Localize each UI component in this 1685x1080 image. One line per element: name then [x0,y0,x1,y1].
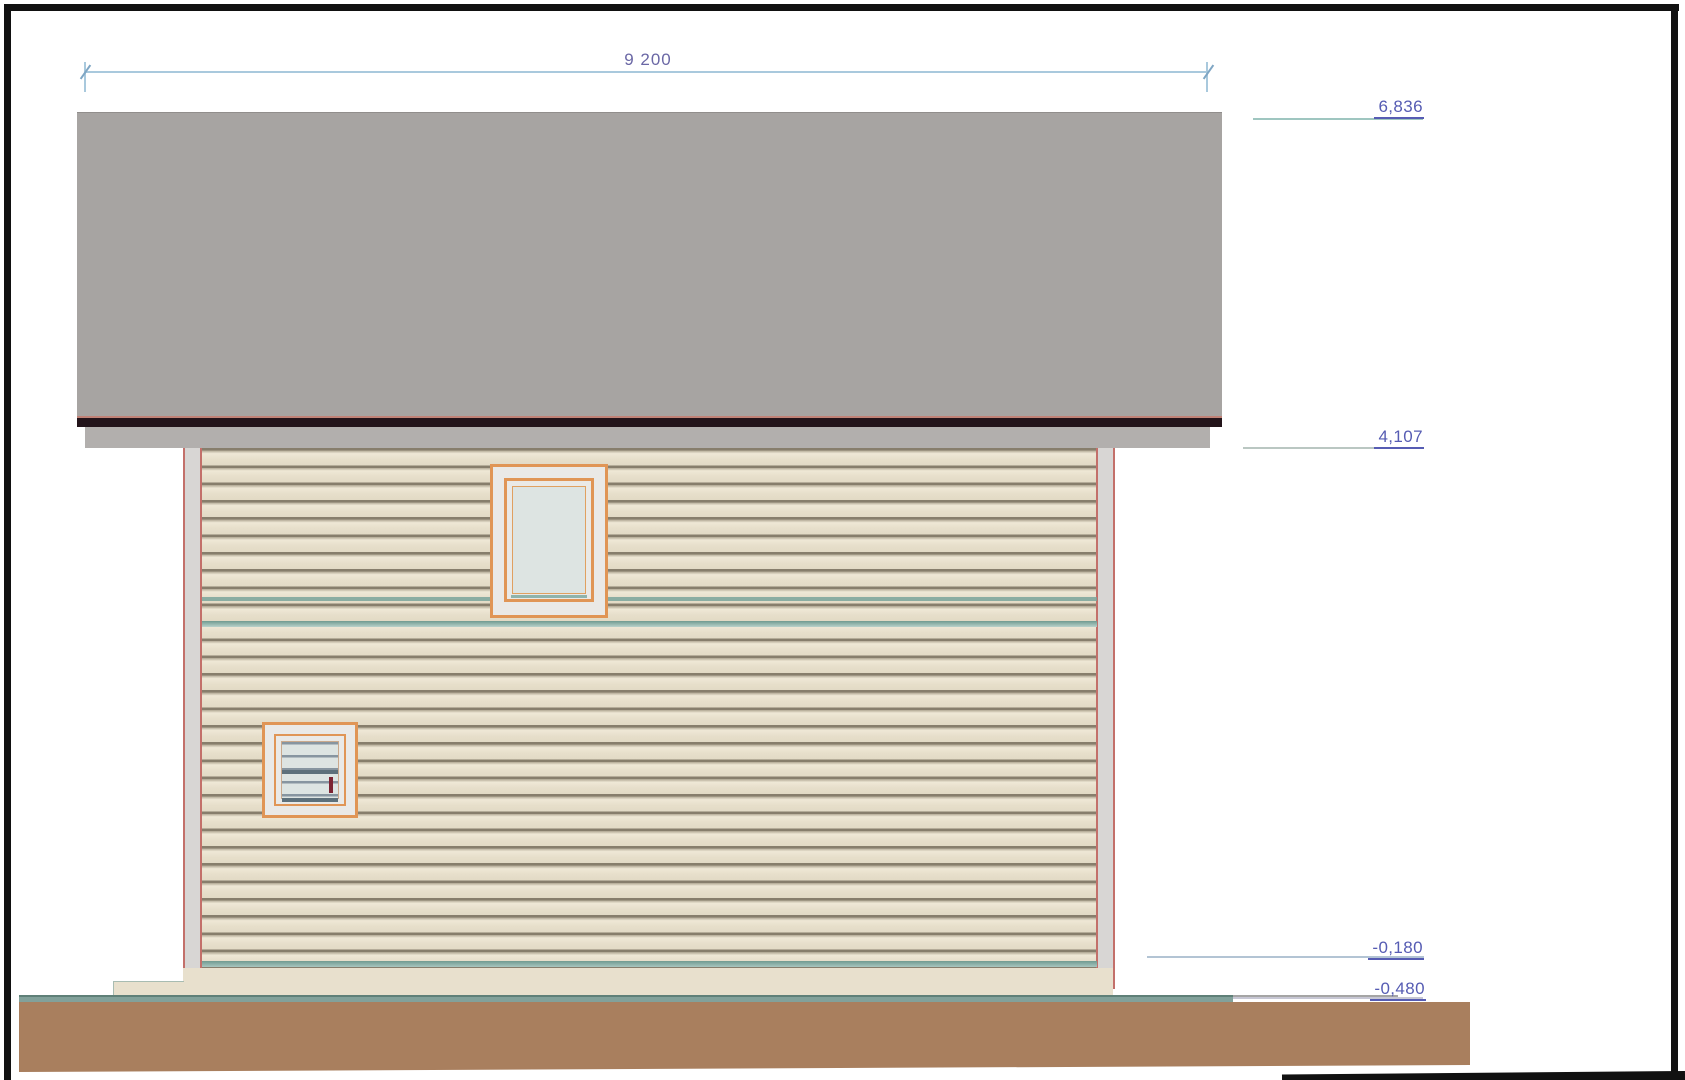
dimension-label: 9 200 [548,50,748,70]
blind-slat [282,798,338,802]
window-upper-glass [512,486,586,594]
window-lower [262,722,358,818]
window-lower-inner-frame [274,734,346,806]
level-label-ground: -0,480 [1316,979,1426,999]
plinth [183,968,1113,998]
fascia-board [85,427,1210,448]
page-border-left [4,4,11,1080]
dimension-extension-left [84,62,86,92]
level-label-eaves: 4,107 [1314,427,1424,447]
corner-trim-right [1096,448,1115,989]
siding-accent-stripe [202,621,1097,627]
window-upper-sill [511,595,587,598]
wall-siding [202,448,1097,968]
dimension-extension-right [1206,62,1208,92]
dimension-line [85,71,1208,73]
page-border-bottom [1282,1071,1685,1080]
elevation-drawing-page: 9 200 6,836 4,107 [0,0,1685,1080]
level-label-floor: -0,180 [1314,938,1424,958]
blind-slat [282,770,338,774]
siding-accent-stripe [202,597,1097,601]
page-border-top [4,4,1679,11]
ground [19,1002,1470,1072]
siding-accent-stripe [202,961,1097,967]
window-lower-blinds [281,741,339,799]
foundation-strip [19,995,1233,1003]
level-label-roof-top: 6,836 [1314,97,1424,117]
page-border-right [1671,4,1678,1080]
roof [77,112,1222,417]
window-upper-inner-frame [504,478,594,602]
vent-handle-mark [329,777,333,793]
corner-trim-left [183,448,202,973]
roof-edge-line [77,418,1222,427]
window-upper [490,464,608,618]
